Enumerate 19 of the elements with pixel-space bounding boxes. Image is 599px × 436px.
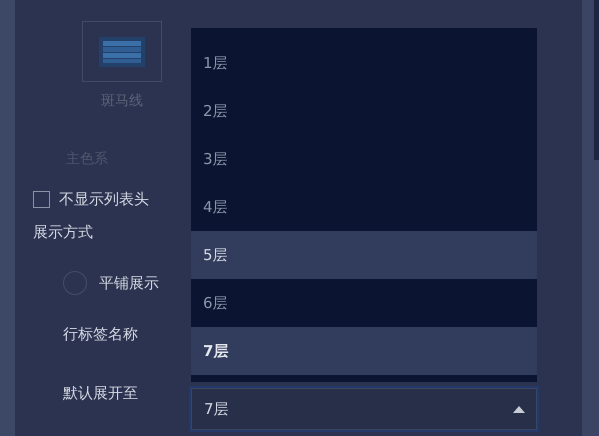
scrollbar[interactable]	[594, 0, 599, 160]
level-select[interactable]: 7层	[189, 386, 539, 432]
dropdown-option[interactable]: 6层	[191, 279, 537, 327]
dropdown-option[interactable]: 2层	[191, 87, 537, 135]
checkbox[interactable]	[33, 191, 50, 208]
section-label: 展示方式	[33, 223, 93, 242]
checkbox-label: 不显示列表头	[59, 190, 149, 209]
dropdown-option[interactable]: 7层	[191, 327, 537, 375]
caret-icon	[513, 406, 525, 412]
radio-label: 平铺展示	[99, 274, 159, 292]
dropdown-option[interactable]: 4层	[191, 183, 537, 231]
row-label-name: 行标签名称	[63, 325, 138, 344]
style-thumbnail[interactable]	[82, 21, 162, 82]
default-expand-label: 默认展开至	[63, 384, 138, 403]
zebra-stripes-icon	[99, 36, 145, 66]
radio-button[interactable]	[63, 271, 87, 295]
dropdown-option[interactable]: 3层	[191, 135, 537, 183]
dropdown-option[interactable]: 1层	[191, 39, 537, 87]
dropdown-option[interactable]: 5层	[191, 231, 537, 279]
